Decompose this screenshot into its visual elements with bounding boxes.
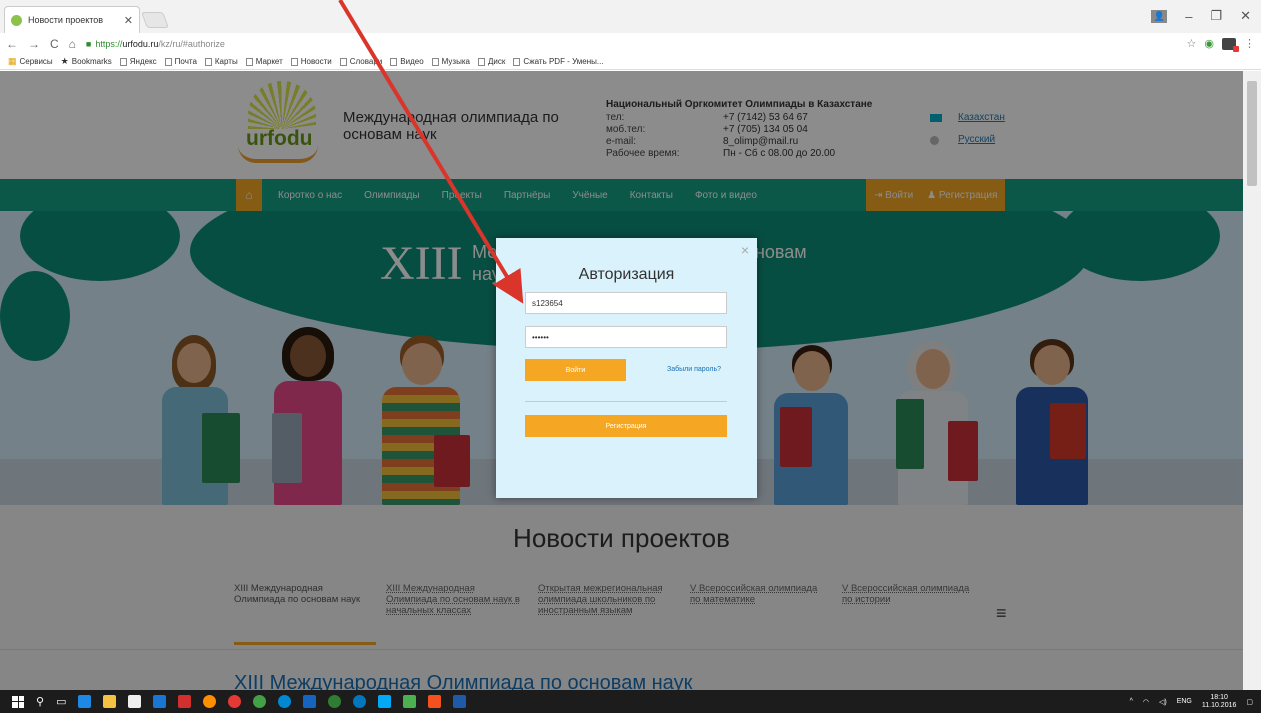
login-input[interactable] — [525, 292, 727, 314]
modal-title: Авторизация — [578, 266, 675, 283]
bookmarks-bar: ▦ Сервисы ★ Bookmarks Яндекс Почта Карты М… — [0, 54, 1261, 70]
app-icon[interactable] — [328, 695, 342, 708]
bookmark-item[interactable]: Видео — [390, 57, 424, 66]
scrollbar-thumb[interactable] — [1247, 81, 1257, 186]
task-view-icon[interactable]: ▭ — [56, 695, 66, 708]
forgot-password-link[interactable]: Забыли пароль? — [667, 366, 721, 373]
forward-icon[interactable]: → — [28, 37, 40, 51]
volume-icon[interactable]: ◁) — [1159, 698, 1167, 706]
tray-chevron-icon[interactable]: ^ — [1130, 698, 1133, 705]
login-button[interactable]: Войти — [525, 359, 626, 381]
app-icon[interactable] — [278, 695, 292, 708]
back-icon[interactable]: ← — [6, 37, 18, 51]
bookmark-star-icon[interactable]: ☆ — [1187, 37, 1197, 50]
extension-badge-icon[interactable] — [1222, 37, 1239, 52]
bookmark-item[interactable]: Музыка — [431, 57, 470, 66]
bookmark-item[interactable]: Почта — [164, 57, 197, 66]
bookmark-item[interactable]: Диск — [477, 57, 505, 66]
home-icon[interactable]: ⌂ — [69, 37, 76, 51]
page-icon — [477, 57, 485, 66]
page-icon — [119, 57, 127, 66]
store-icon[interactable] — [128, 695, 142, 708]
lock-icon: ■ — [85, 38, 92, 49]
app-icon[interactable] — [353, 695, 367, 708]
app-icon[interactable] — [153, 695, 167, 708]
skype-icon[interactable] — [378, 695, 392, 708]
star-icon: ★ — [60, 56, 69, 66]
bookmark-item[interactable]: Карты — [204, 57, 238, 66]
opera-icon[interactable] — [228, 695, 242, 708]
search-icon[interactable]: ⚲ — [36, 695, 44, 708]
firefox-icon[interactable] — [203, 695, 217, 708]
user-profile-icon[interactable]: 👤 — [1151, 9, 1168, 23]
browser-tab-bar: Новости проектов ✕ 👤 – ❐ ✕ — [0, 0, 1261, 33]
maximize-icon[interactable]: ❐ — [1210, 8, 1222, 24]
url-field[interactable]: ■ https://urfodu.ru/kz/ru/#authorize — [86, 39, 1177, 49]
system-tray: ^ ◠ ◁) ENG 18:10 11.10.2016 ▢ — [1130, 690, 1253, 713]
page-icon — [290, 57, 298, 66]
pdf-icon[interactable] — [178, 695, 192, 708]
new-tab-button[interactable] — [141, 12, 169, 28]
url-host: urfodu.ru — [122, 38, 159, 49]
address-bar: ← → C ⌂ ■ https://urfodu.ru/kz/ru/#autho… — [0, 33, 1261, 54]
window-controls: 👤 – ❐ ✕ — [1151, 8, 1251, 24]
bookmark-item[interactable]: Яндекс — [119, 57, 157, 66]
windows-taskbar: ⚲ ▭ ^ ◠ ◁) ENG 18:10 11.10.2016 ▢ — [0, 690, 1261, 713]
page-icon — [513, 57, 521, 66]
page-scrollbar[interactable] — [1243, 71, 1261, 690]
apps-grid-icon: ▦ — [8, 56, 17, 66]
bookmark-services[interactable]: ▦ Сервисы — [8, 56, 53, 67]
close-modal-icon[interactable]: × — [741, 242, 749, 258]
page-icon — [431, 57, 439, 66]
browser-tab[interactable]: Новости проектов ✕ — [4, 6, 140, 33]
extension-icon[interactable]: ◉ — [1204, 37, 1214, 50]
url-path: /kz/ru/#authorize — [158, 38, 225, 49]
bookmark-bookmarks[interactable]: ★ Bookmarks — [61, 56, 112, 67]
reload-icon[interactable]: C — [50, 37, 59, 51]
clock[interactable]: 18:10 11.10.2016 — [1202, 694, 1237, 710]
chrome-icon[interactable] — [253, 695, 267, 708]
site-favicon-icon — [11, 14, 22, 26]
minimize-icon[interactable]: – — [1185, 9, 1192, 24]
page-icon — [204, 57, 212, 66]
page-viewport: urfodu Международная олимпиада по основа… — [0, 71, 1243, 690]
bookmark-item[interactable]: Маркет — [245, 57, 283, 66]
edge-icon[interactable] — [78, 695, 92, 708]
page-icon — [390, 57, 398, 66]
auth-modal: × Авторизация Войти Забыли пароль? Регис… — [496, 238, 757, 498]
url-scheme: https:// — [95, 38, 123, 49]
close-tab-icon[interactable]: ✕ — [124, 14, 133, 27]
notifications-icon[interactable]: ▢ — [1246, 698, 1253, 706]
page-icon — [245, 57, 253, 66]
word-icon[interactable] — [453, 695, 467, 708]
bookmark-item[interactable]: Сжать PDF - Умены... — [513, 57, 604, 66]
windows-start-icon[interactable] — [12, 695, 24, 708]
app-icon[interactable] — [403, 695, 417, 708]
tab-title: Новости проектов — [28, 15, 104, 25]
password-input[interactable] — [525, 326, 727, 348]
app-icon[interactable] — [303, 695, 317, 708]
file-explorer-icon[interactable] — [103, 695, 117, 708]
app-icon[interactable] — [428, 695, 442, 708]
wifi-icon[interactable]: ◠ — [1143, 698, 1149, 706]
close-window-icon[interactable]: ✕ — [1240, 8, 1251, 24]
input-language[interactable]: ENG — [1177, 698, 1192, 705]
register-button[interactable]: Регистрация — [525, 415, 727, 437]
menu-dots-icon[interactable]: ⋮ — [1244, 37, 1255, 50]
bookmark-item[interactable]: Словари — [339, 57, 382, 66]
page-icon — [164, 57, 172, 66]
bookmark-item[interactable]: Новости — [290, 57, 332, 66]
divider — [525, 401, 727, 402]
page-icon — [339, 57, 347, 66]
